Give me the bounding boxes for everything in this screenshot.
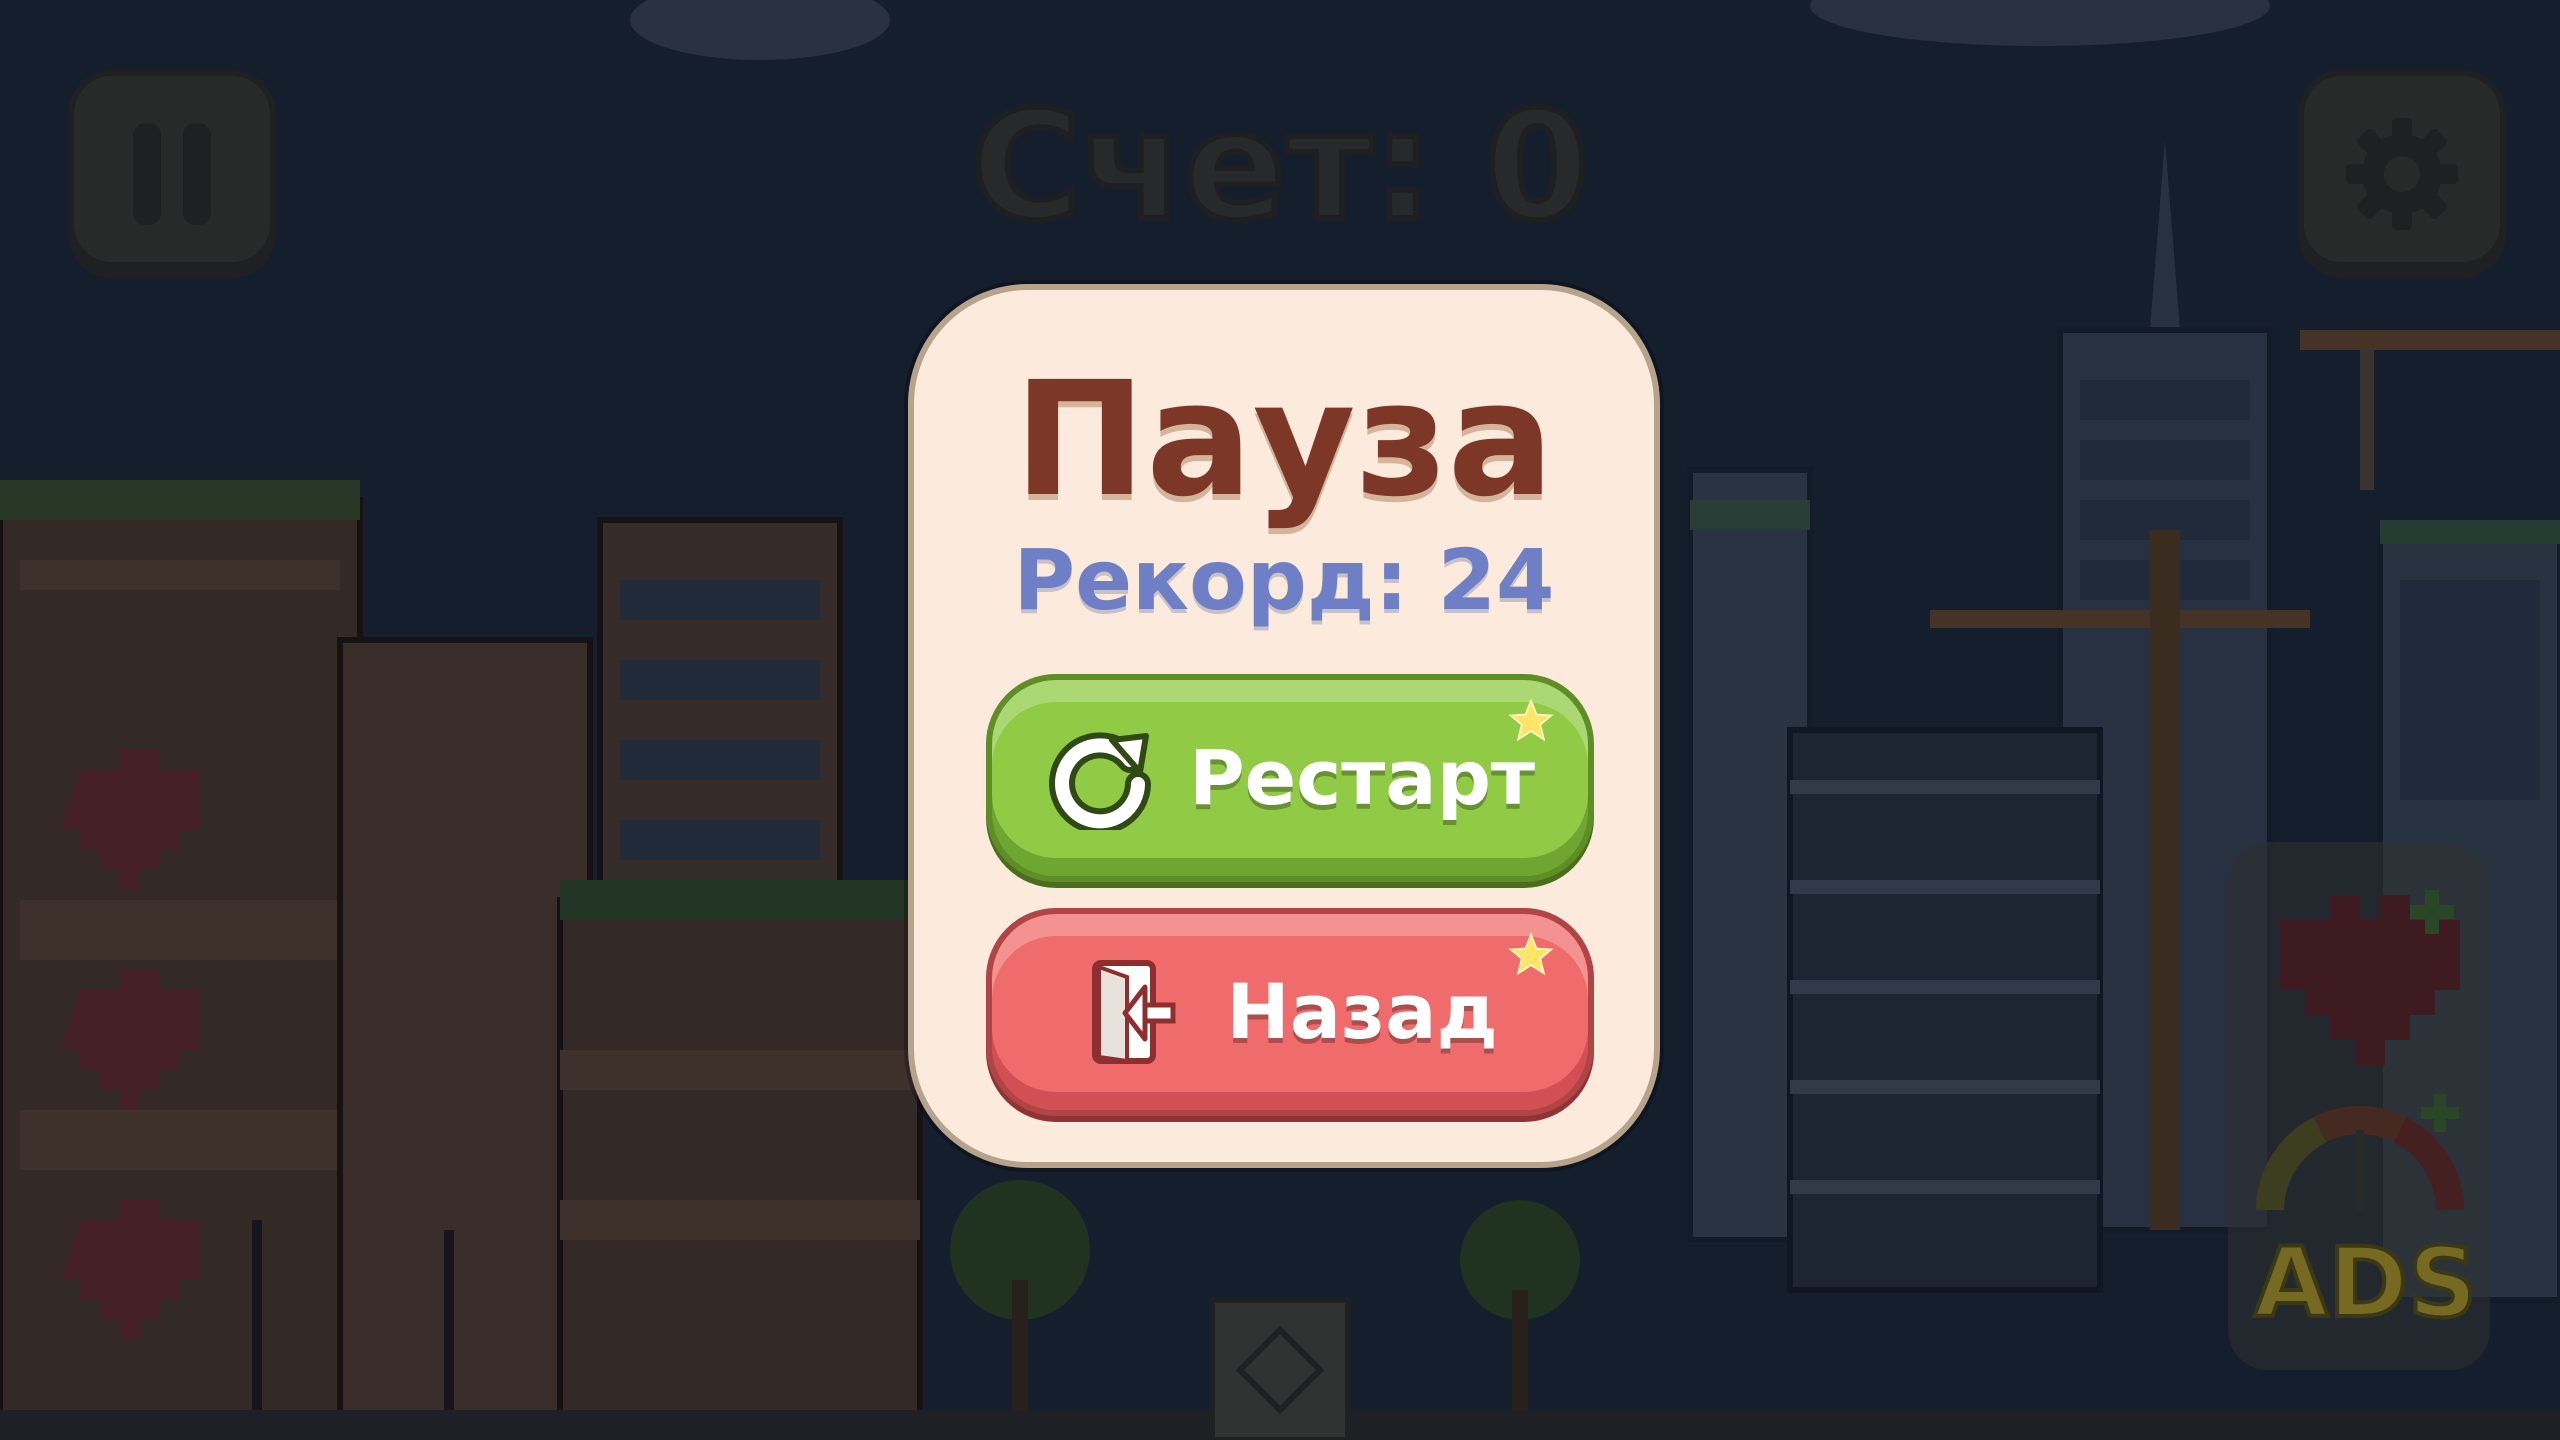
restart-label: Рестарт <box>1188 733 1536 822</box>
back-button[interactable]: Назад <box>986 908 1594 1116</box>
restart-button[interactable]: Рестарт <box>986 674 1594 882</box>
dialog-title: Пауза <box>1013 348 1555 532</box>
restart-icon <box>1045 723 1155 833</box>
star-icon <box>1508 932 1554 976</box>
pause-dialog: Пауза Рекорд: 24 Рестарт Назад <box>908 284 1660 1168</box>
record-label: Рекорд: 24 <box>1013 531 1555 629</box>
star-icon <box>1508 698 1554 742</box>
exit-door-icon <box>1082 957 1192 1067</box>
back-label: Назад <box>1226 967 1498 1056</box>
